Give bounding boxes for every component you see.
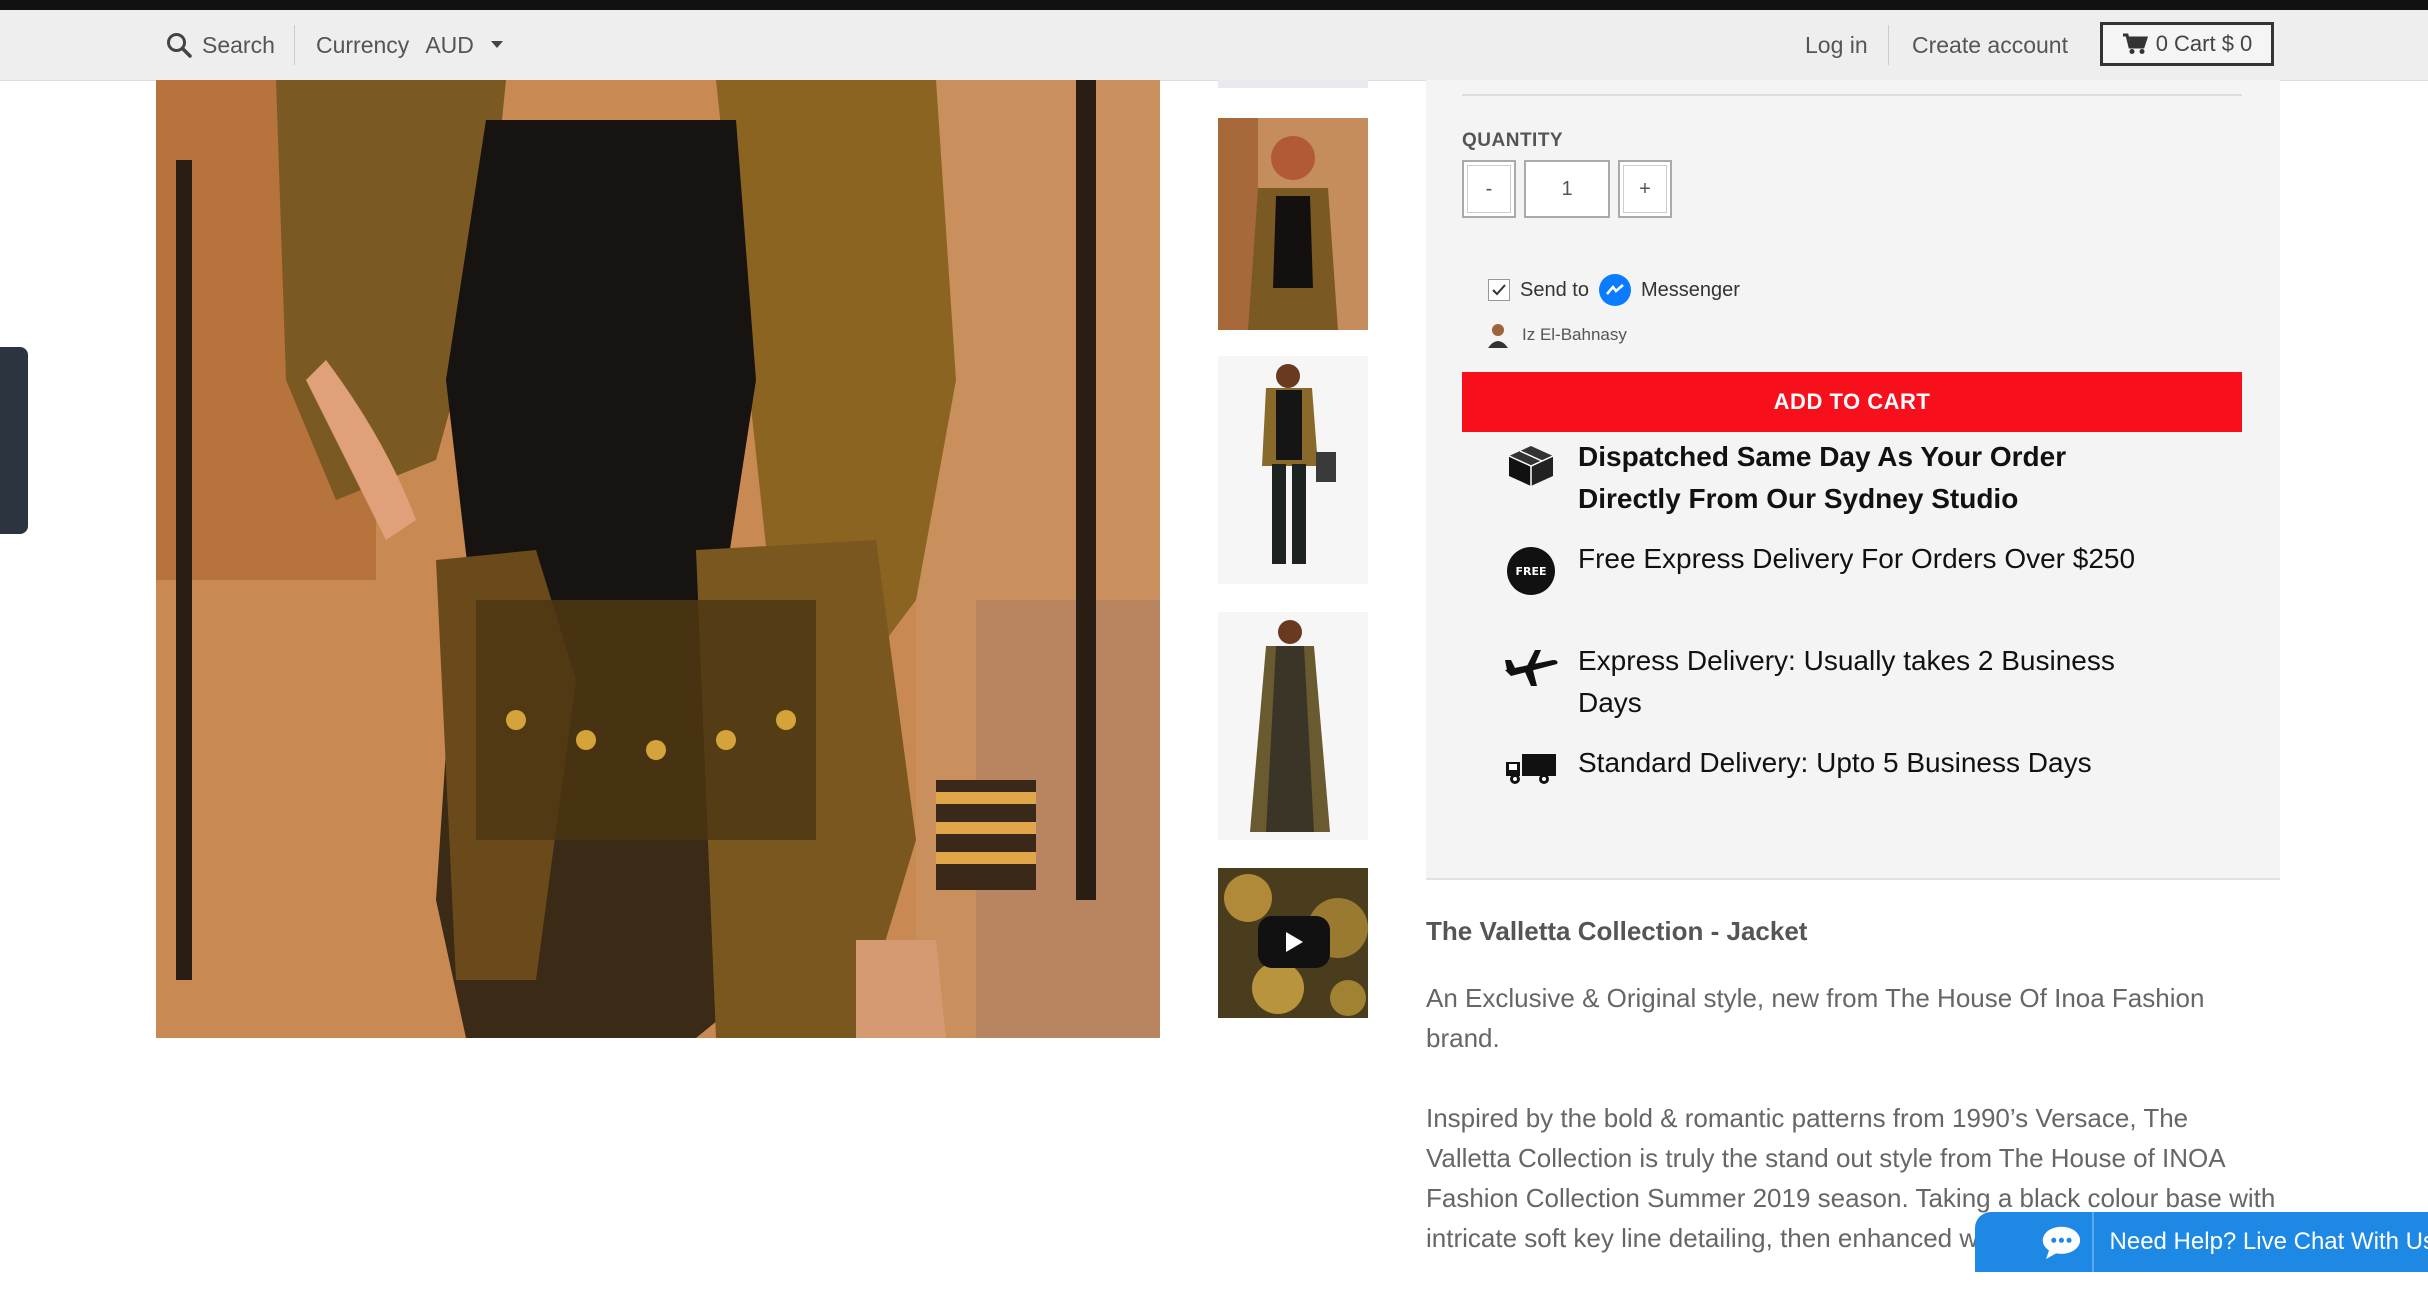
search-link[interactable]: Search [166,10,275,80]
button-inner-border [1623,165,1667,213]
live-chat-button[interactable]: Need Help? Live Chat With Us [1975,1212,2428,1272]
avatar [1488,324,1508,348]
divider [294,25,295,65]
top-strip [0,0,2428,10]
purchase-panel: QUANTITY - 1 + Send to Messenger Iz El-B… [1426,80,2280,880]
chat-bubble-icon [2042,1226,2081,1260]
search-icon [167,33,192,58]
chat-label: Need Help? Live Chat With Us [2109,1228,2428,1255]
button-inner-border [1467,165,1511,213]
add-to-cart-label: ADD TO CART [1773,389,1931,414]
checkmark-icon [1492,284,1506,296]
quantity-label: QUANTITY [1462,130,1564,151]
thumbnail-image [1218,356,1368,584]
currency-selector[interactable]: Currency AUD [316,10,504,80]
thumbnail-3[interactable] [1218,356,1368,584]
cart-button[interactable]: 0 Cart $ 0 [2100,22,2274,66]
feature-free-delivery: FREE Free Express Delivery For Orders Ov… [1502,538,2142,596]
send-to-messenger: Send to Messenger [1488,274,1740,306]
top-bar: Search Currency AUD Log in Create accoun… [0,10,2428,81]
currency-value: AUD [425,31,474,58]
currency-label: Currency [316,31,410,58]
send-to-messenger-checkbox[interactable] [1488,279,1510,301]
model-photo [156,80,1160,1038]
search-label: Search [202,31,275,58]
product-title: The Valletta Collection - Jacket [1426,916,1808,946]
feature-text: Standard Delivery: Upto 5 Business Days [1578,747,2092,778]
cart-icon [2122,33,2148,54]
feature-text: Free Express Delivery For Orders Over $2… [1578,543,2136,574]
messenger-label: Messenger [1640,278,1740,301]
quantity-input[interactable]: 1 [1524,160,1610,218]
airplane-icon [1505,650,1558,686]
thumbnail-image [1218,118,1368,330]
log-in-link[interactable]: Log in [1805,10,1868,80]
free-badge-text: FREE [1515,565,1546,578]
truck-icon [1506,754,1556,784]
feature-text: Express Delivery: Usually takes 2 Busine… [1578,645,2115,718]
play-icon [1286,932,1303,952]
log-in-label: Log in [1805,31,1868,58]
caret-down-icon [490,41,503,48]
divider [1888,25,1889,65]
quantity-value: 1 [1561,177,1573,200]
quantity-increase-button[interactable]: + [1618,160,1672,218]
thumbnail-video[interactable] [1218,868,1368,1018]
free-badge-icon: FREE [1507,547,1555,595]
feature-dispatch: Dispatched Same Day As Your Order Direct… [1502,436,2142,520]
package-icon [1508,446,1554,486]
quantity-decrease-button[interactable]: - [1462,160,1516,218]
reviews-side-tab[interactable] [0,347,28,534]
description-paragraph: An Exclusive & Original style, new from … [1426,983,2205,1053]
messenger-icon [1598,274,1631,306]
thumbnail-4[interactable] [1218,612,1368,840]
divider [1462,94,2242,96]
cart-label: 0 Cart $ 0 [2155,31,2253,56]
feature-standard-delivery: Standard Delivery: Upto 5 Business Days [1502,742,2142,786]
create-account-label: Create account [1912,31,2068,58]
product-main-image[interactable] [156,80,1160,1038]
play-button[interactable] [1258,916,1330,968]
thumbnail-1[interactable] [1218,80,1368,88]
create-account-link[interactable]: Create account [1912,10,2068,80]
thumbnail-2[interactable] [1218,118,1368,330]
user-name: Iz El-Bahnasy [1522,325,1627,344]
add-to-cart-button[interactable]: ADD TO CART [1462,372,2242,432]
send-to-label: Send to [1520,278,1589,301]
feature-text: Dispatched Same Day As Your Order Direct… [1578,441,2067,514]
messenger-user: Iz El-Bahnasy [1486,322,1627,348]
divider [2091,1212,2094,1272]
thumbnail-image [1218,612,1368,840]
feature-express-delivery: Express Delivery: Usually takes 2 Busine… [1502,640,2142,724]
